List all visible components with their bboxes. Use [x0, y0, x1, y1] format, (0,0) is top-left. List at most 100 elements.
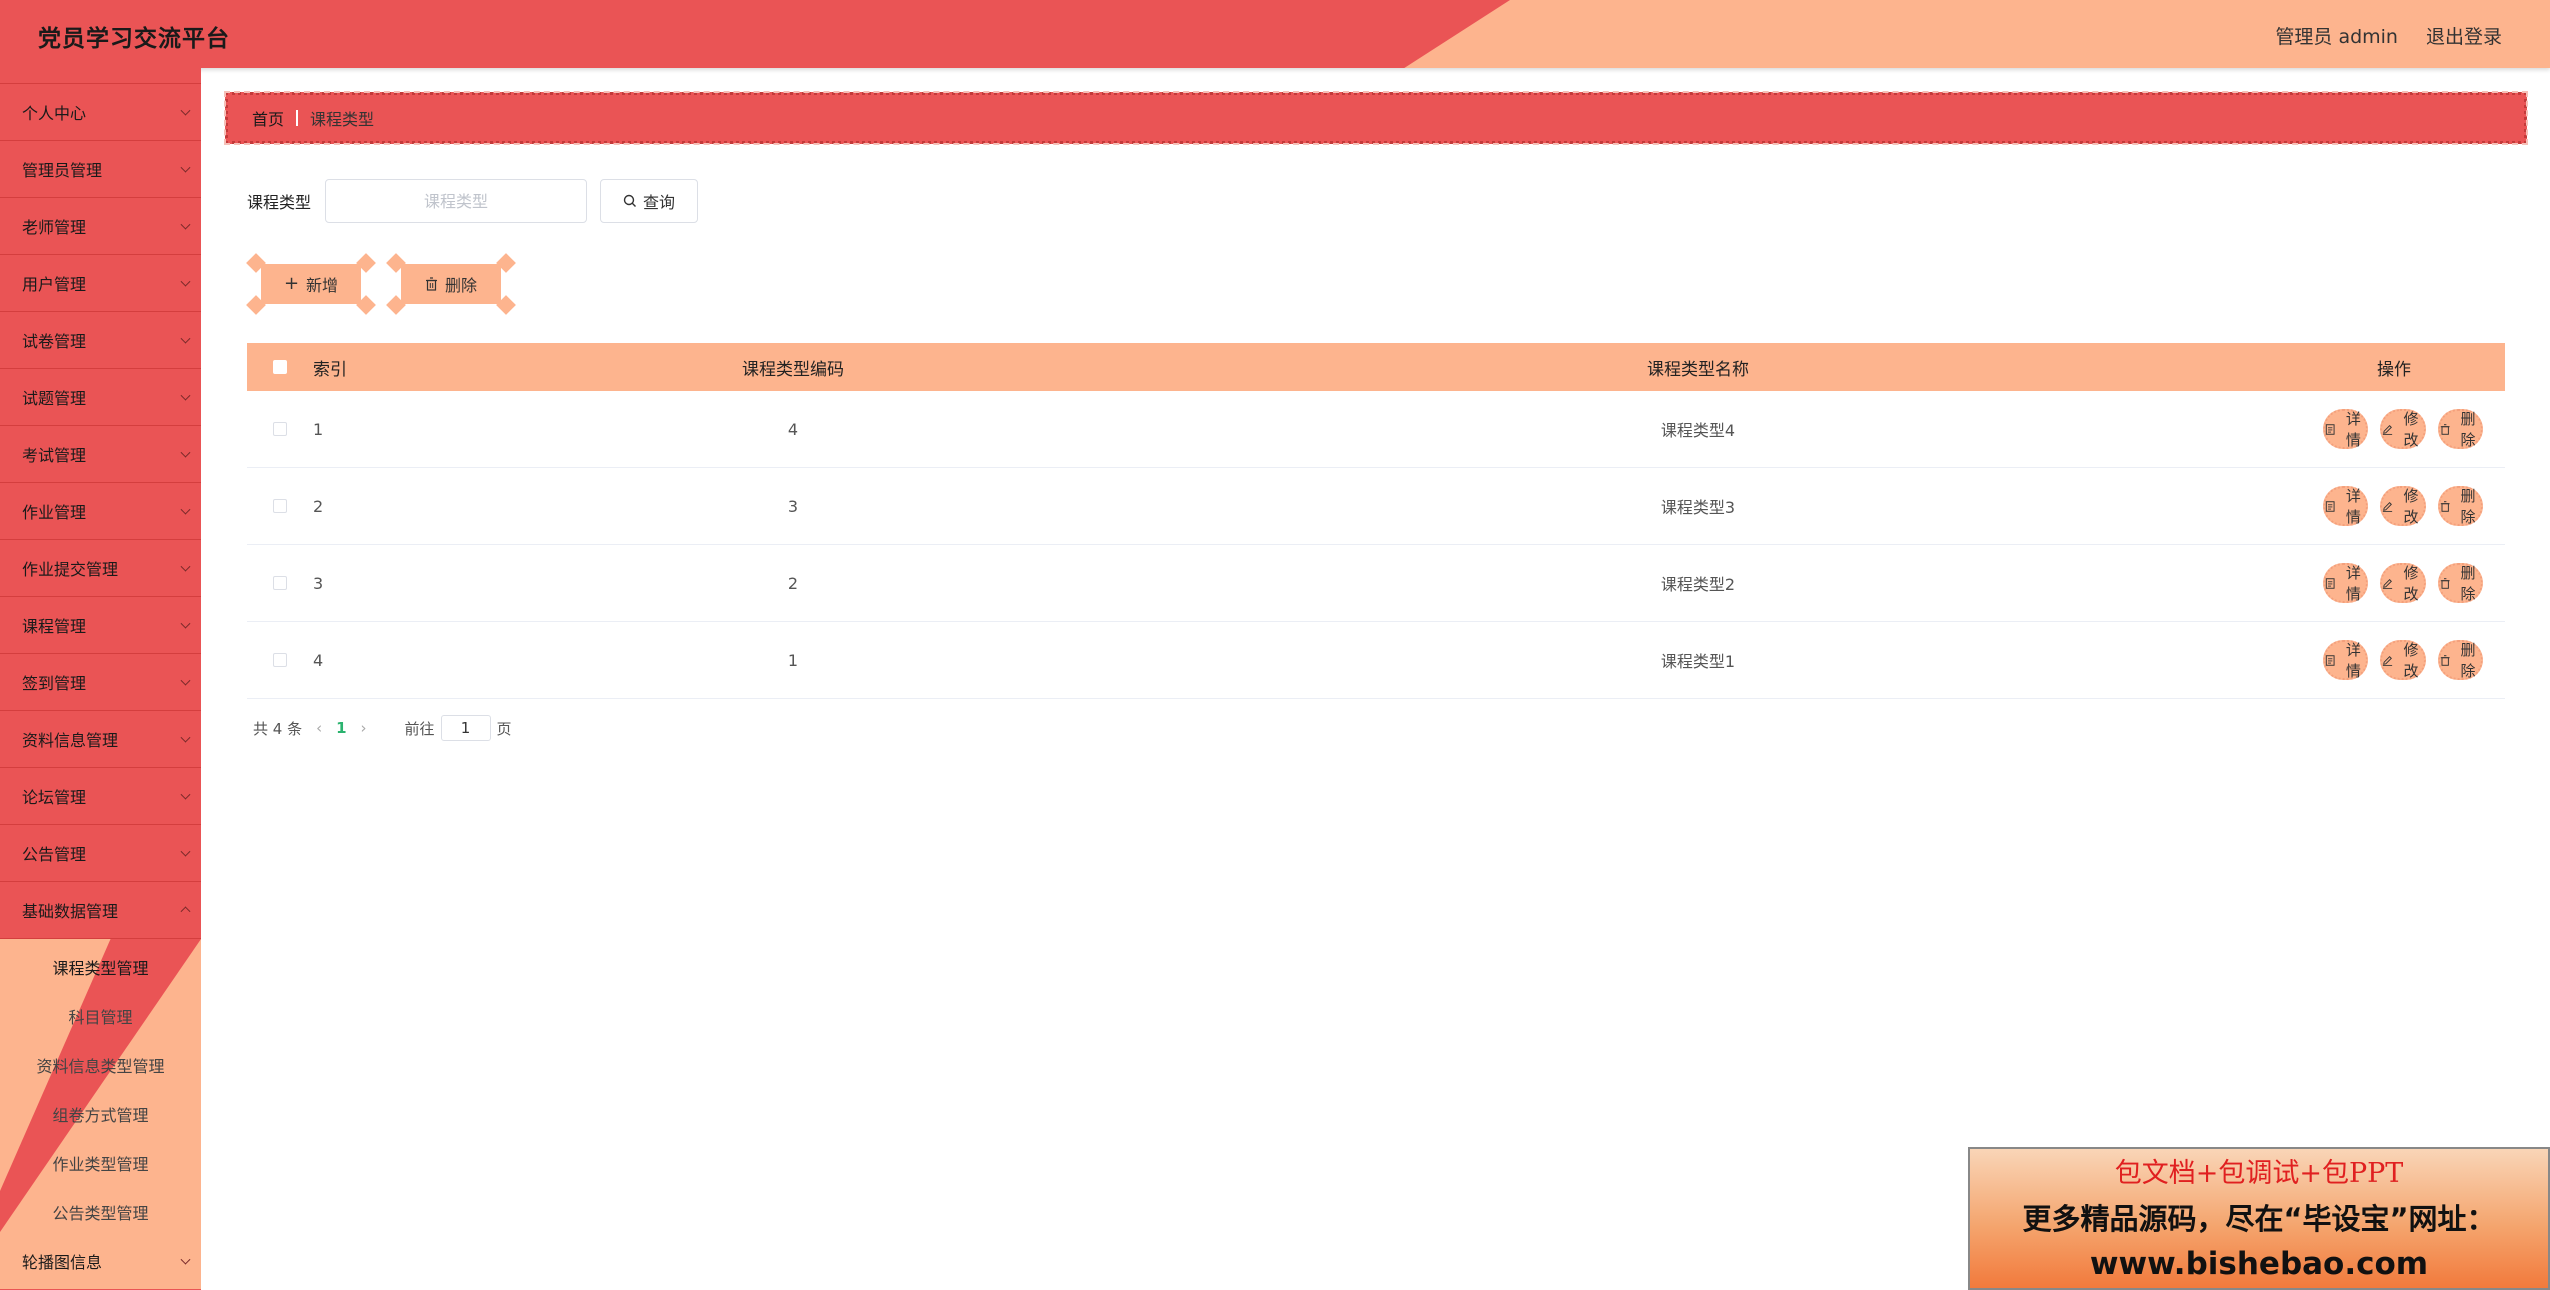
header-check-cell	[247, 360, 313, 374]
row-delete-button[interactable]: 删除	[2437, 409, 2483, 449]
ad-line-2: 更多精品源码，尽在“毕设宝”网址：	[2022, 1202, 2496, 1236]
sidebar-item[interactable]: 作业管理	[0, 483, 201, 540]
search-icon	[623, 194, 636, 207]
submenu-item[interactable]: 资料信息类型管理	[0, 1040, 201, 1089]
pager-page-1[interactable]: 1	[336, 719, 346, 737]
course-type-search-input[interactable]	[325, 179, 588, 223]
delete-label: 删除	[2460, 487, 2476, 526]
document-icon	[2325, 423, 2335, 435]
edit-button[interactable]: 修改	[2380, 409, 2426, 449]
cell-ops: 详情 修改 删除	[2323, 640, 2505, 680]
sidebar-item[interactable]: 公告管理	[0, 825, 201, 882]
delete-label: 删除	[2460, 410, 2476, 449]
batch-delete-button[interactable]: 删除	[401, 264, 501, 304]
chevron-down-icon	[180, 504, 191, 515]
sidebar-item[interactable]: 试题管理	[0, 369, 201, 426]
detail-button[interactable]: 详情	[2323, 563, 2369, 603]
sidebar-submenu: 课程类型管理 科目管理 资料信息类型管理 组卷方式管理 作业类型管理 公告类型管理	[0, 939, 201, 1232]
row-checkbox[interactable]	[273, 499, 287, 513]
sidebar-item[interactable]: 课程管理	[0, 597, 201, 654]
trash-icon	[2440, 500, 2450, 512]
submenu-item[interactable]: 科目管理	[0, 991, 201, 1040]
select-all-checkbox[interactable]	[273, 360, 287, 374]
table-row: 3 2 课程类型2 详情 修改 删除	[247, 545, 2505, 622]
edit-icon	[2383, 501, 2393, 512]
row-checkbox[interactable]	[273, 653, 287, 667]
pager-goto-input[interactable]	[440, 715, 491, 741]
sidebar-item[interactable]: 论坛管理	[0, 768, 201, 825]
logout-link[interactable]: 退出登录	[2426, 22, 2502, 49]
edit-button[interactable]: 修改	[2380, 486, 2426, 526]
breadcrumb-home[interactable]: 首页	[252, 106, 284, 130]
main-content: 首页 课程类型 课程类型 查询 + 新增	[201, 68, 2550, 1290]
sidebar-item-label: 作业管理	[22, 503, 87, 522]
sidebar-item[interactable]: 签到管理	[0, 654, 201, 711]
sidebar-item[interactable]: 用户管理	[0, 255, 201, 312]
cell-ops: 详情 修改 删除	[2323, 409, 2505, 449]
row-checkbox[interactable]	[273, 576, 287, 590]
sidebar-item-label: 个人中心	[22, 104, 87, 123]
sidebar-item[interactable]: 管理员管理	[0, 141, 201, 198]
chevron-right-icon[interactable]: ›	[361, 719, 367, 737]
cell-index: 2	[313, 496, 324, 516]
sidebar-item-carousel[interactable]: 轮播图信息	[0, 1232, 201, 1289]
add-button[interactable]: + 新增	[261, 264, 361, 304]
table-row: 4 1 课程类型1 详情 修改 删除	[247, 622, 2505, 699]
chevron-down-icon	[180, 618, 191, 629]
sidebar-item[interactable]: 基础数据管理	[0, 882, 201, 939]
detail-label: 详情	[2345, 641, 2361, 680]
submenu-item[interactable]: 公告类型管理	[0, 1187, 201, 1232]
table-row: 2 3 课程类型3 详情 修改 删除	[247, 468, 2505, 545]
query-button[interactable]: 查询	[600, 179, 699, 223]
current-user-label[interactable]: 管理员 admin	[2275, 22, 2398, 49]
cell-name: 课程类型1	[1660, 652, 1736, 671]
sidebar-item[interactable]: 资料信息管理	[0, 711, 201, 768]
detail-button[interactable]: 详情	[2323, 640, 2369, 680]
sidebar-item-label: 考试管理	[22, 446, 87, 465]
chevron-down-icon	[180, 846, 191, 857]
detail-button[interactable]: 详情	[2323, 486, 2369, 526]
chevron-down-icon	[180, 732, 191, 743]
document-icon	[2325, 577, 2335, 589]
sidebar-item-label: 轮播图信息	[22, 1252, 103, 1272]
trash-icon	[425, 277, 437, 291]
row-delete-button[interactable]: 删除	[2437, 563, 2483, 603]
edit-button[interactable]: 修改	[2380, 563, 2426, 603]
chevron-down-icon	[180, 219, 191, 230]
sidebar-item-label: 老师管理	[22, 218, 87, 237]
cell-name: 课程类型2	[1660, 575, 1736, 594]
sidebar-item[interactable]: 老师管理	[0, 198, 201, 255]
add-button-wrap: + 新增	[246, 253, 376, 315]
sidebar-item[interactable]: 作业提交管理	[0, 540, 201, 597]
edit-button[interactable]: 修改	[2380, 640, 2426, 680]
detail-label: 详情	[2345, 564, 2361, 603]
cell-code: 3	[787, 496, 799, 516]
chevron-down-icon	[180, 333, 191, 344]
detail-label: 详情	[2345, 487, 2361, 526]
row-delete-button[interactable]: 删除	[2437, 640, 2483, 680]
chevron-down-icon	[180, 789, 191, 800]
sidebar-item[interactable]: 试卷管理	[0, 312, 201, 369]
sidebar: 个人中心 管理员管理 老师管理 用户管理 试卷管理 试题管理 考试管理 作业管理 作业提交管理课…	[0, 68, 201, 1290]
submenu-item[interactable]: 作业类型管理	[0, 1138, 201, 1187]
submenu-item[interactable]: 组卷方式管理	[0, 1089, 201, 1138]
chevron-left-icon[interactable]: ‹	[316, 719, 322, 737]
sidebar-menu: 个人中心管理员管理老师管理用户管理试卷管理 试题管理考试管理作业管理作业提交管理课…	[0, 84, 201, 939]
cell-code: 4	[787, 419, 799, 439]
pager-page-suffix: 页	[496, 719, 512, 738]
sidebar-item-label: 用户管理	[22, 275, 87, 294]
delete-label: 删除	[2460, 564, 2476, 603]
row-delete-button[interactable]: 删除	[2437, 486, 2483, 526]
breadcrumb-current: 课程类型	[310, 110, 375, 129]
course-type-table: 索引 课程类型编码 课程类型名称 操作 1 4 课程类型4 详情 修改 删除 2 3 课程类型3…	[247, 343, 2505, 699]
pager-goto-label: 前往	[404, 719, 435, 738]
submenu-item[interactable]: 课程类型管理	[0, 942, 201, 991]
row-checkbox[interactable]	[273, 422, 287, 436]
cell-code: 1	[787, 650, 799, 670]
sidebar-item[interactable]: 考试管理	[0, 426, 201, 483]
detail-button[interactable]: 详情	[2323, 409, 2369, 449]
ad-banner: 包文档+包调试+包PPT 更多精品源码，尽在“毕设宝”网址： www.bishe…	[1968, 1147, 2550, 1290]
detail-label: 详情	[2345, 410, 2361, 449]
sidebar-item-label: 论坛管理	[22, 788, 87, 807]
sidebar-item[interactable]: 个人中心	[0, 84, 201, 141]
